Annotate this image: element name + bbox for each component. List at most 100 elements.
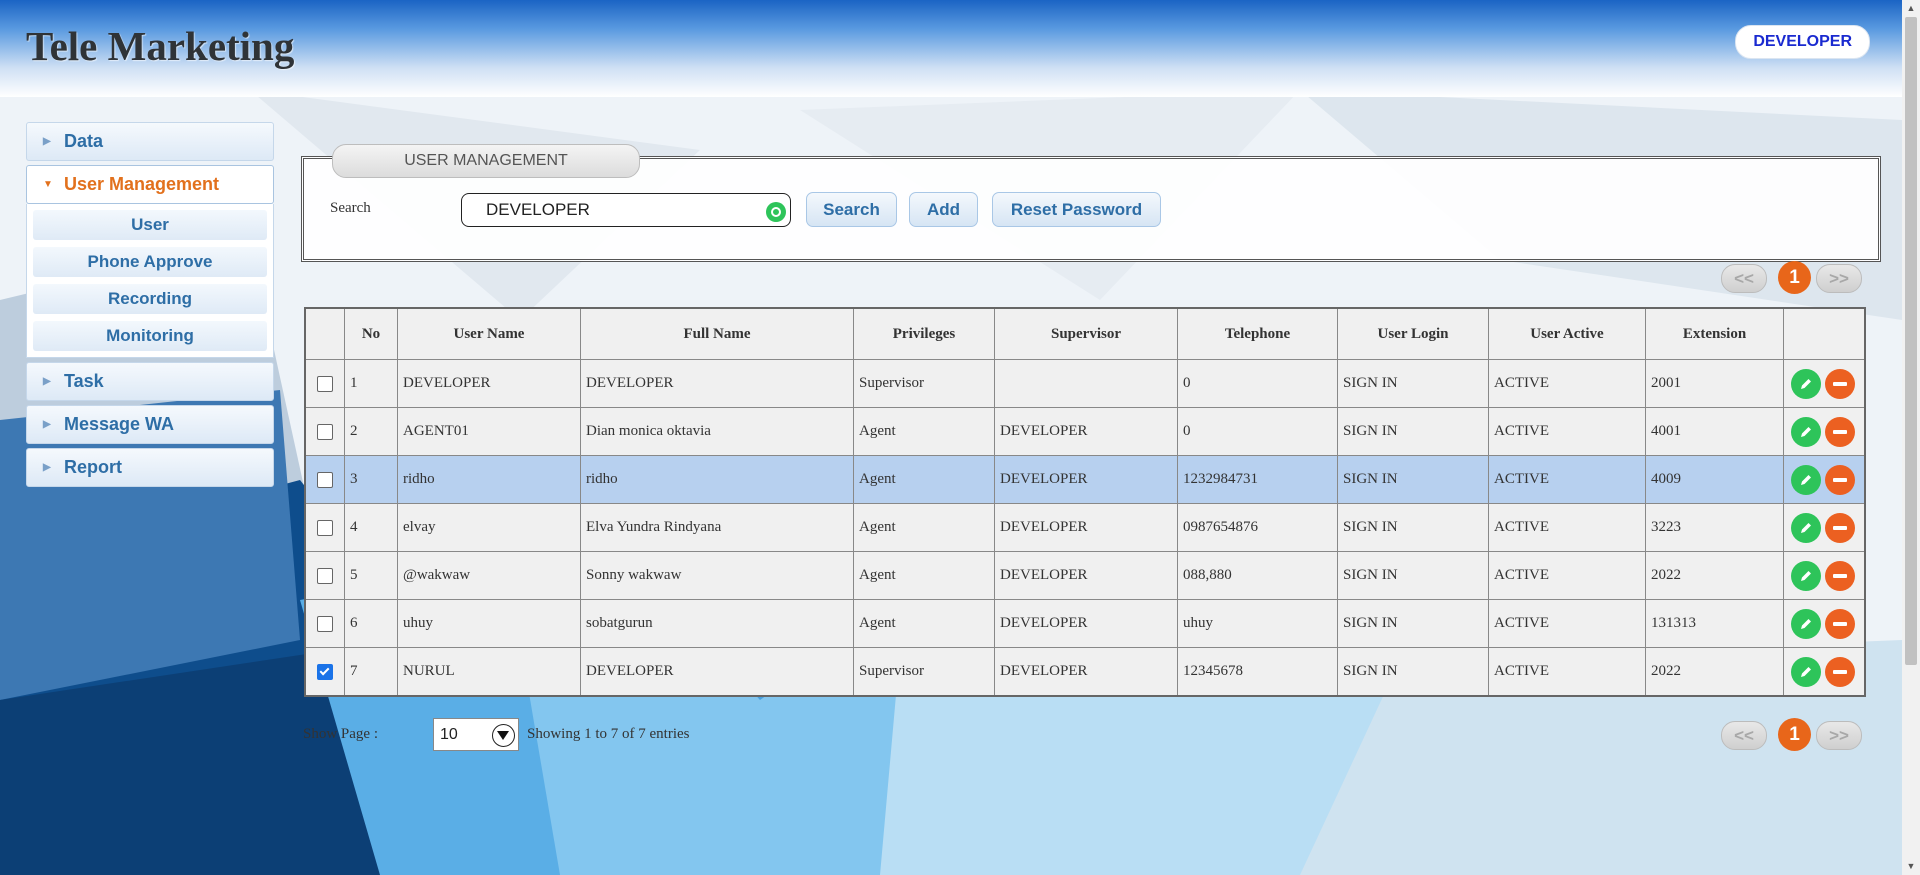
- row-select-cell: [304, 407, 345, 456]
- column-header-no[interactable]: No: [344, 307, 398, 360]
- prev-page-button[interactable]: <<: [1721, 264, 1767, 293]
- row-checkbox[interactable]: [317, 663, 333, 680]
- table-cell: DEVELOPER: [994, 407, 1178, 456]
- table-cell: NURUL: [397, 647, 581, 697]
- edit-button[interactable]: [1791, 560, 1821, 591]
- search-input[interactable]: [486, 199, 756, 221]
- scroll-thumb[interactable]: [1905, 17, 1917, 665]
- edit-button[interactable]: [1791, 416, 1821, 447]
- table-cell: 0: [1177, 407, 1338, 456]
- row-select-cell: [304, 359, 345, 408]
- sidebar-item-label: Report: [64, 457, 122, 477]
- row-select-cell: [304, 503, 345, 552]
- actions-column-header: [1783, 307, 1866, 360]
- delete-button[interactable]: [1825, 608, 1855, 639]
- table-cell: Elva Yundra Rindyana: [580, 503, 854, 552]
- table-row[interactable]: 6 uhuy sobatgurun Agent DEVELOPER uhuy SIGN IN…: [304, 599, 1866, 648]
- delete-button[interactable]: [1825, 512, 1855, 543]
- pencil-icon: [1801, 378, 1811, 389]
- table-cell: 4001: [1645, 407, 1784, 456]
- sidebar-item-label: Message WA: [64, 414, 175, 434]
- row-checkbox[interactable]: [317, 423, 333, 440]
- scroll-up-arrow-icon[interactable]: ▲: [1902, 0, 1920, 17]
- add-button[interactable]: Add: [909, 192, 978, 227]
- table-row[interactable]: 3 ridho ridho Agent DEVELOPER 1232984731 SIGN …: [304, 455, 1866, 504]
- sidebar-item-label: User Management: [64, 174, 220, 194]
- row-checkbox[interactable]: [317, 375, 333, 392]
- triangle-right-icon: ▶: [43, 376, 51, 387]
- column-header-supervisor[interactable]: Supervisor: [994, 307, 1178, 360]
- column-header-extension[interactable]: Extension: [1645, 307, 1784, 360]
- edit-button[interactable]: [1791, 512, 1821, 543]
- page-size-select[interactable]: 10: [433, 718, 519, 751]
- submenu-item-monitoring[interactable]: Monitoring: [33, 321, 267, 351]
- search-button[interactable]: Search: [806, 192, 897, 227]
- table-header-row: No User Name Full Name Privileges Superv…: [304, 307, 1866, 360]
- page-1-button[interactable]: 1: [1778, 261, 1811, 294]
- table-cell: ACTIVE: [1488, 551, 1646, 600]
- current-user-badge[interactable]: DEVELOPER: [1735, 25, 1870, 59]
- row-actions-cell: [1783, 455, 1866, 504]
- delete-button[interactable]: [1825, 560, 1855, 591]
- dropdown-arrow-icon[interactable]: [492, 724, 515, 747]
- row-checkbox[interactable]: [317, 615, 333, 632]
- table-row[interactable]: 4 elvay Elva Yundra Rindyana Agent DEVELOPER…: [304, 503, 1866, 552]
- table-cell: SIGN IN: [1337, 551, 1489, 600]
- delete-button[interactable]: [1825, 416, 1855, 447]
- sidebar-item-label: Task: [64, 371, 104, 391]
- row-checkbox[interactable]: [317, 519, 333, 536]
- table-row[interactable]: 5 @wakwaw Sonny wakwaw Agent DEVELOPER 088,88…: [304, 551, 1866, 600]
- edit-button[interactable]: [1791, 608, 1821, 639]
- row-actions-cell: [1783, 647, 1866, 697]
- row-checkbox[interactable]: [317, 471, 333, 488]
- column-header-user-name[interactable]: User Name: [397, 307, 581, 360]
- table-cell: 0: [1177, 359, 1338, 408]
- search-field[interactable]: [461, 193, 791, 227]
- triangle-right-icon: ▶: [43, 136, 51, 147]
- row-checkbox[interactable]: [317, 567, 333, 584]
- column-header-full-name[interactable]: Full Name: [580, 307, 854, 360]
- clear-circle-icon[interactable]: [766, 202, 786, 222]
- delete-button[interactable]: [1825, 656, 1855, 687]
- page-size-value: 10: [440, 726, 458, 743]
- submenu-item-user[interactable]: User: [33, 210, 267, 240]
- sidebar-item-report[interactable]: ▶ Report: [26, 448, 274, 487]
- scroll-down-arrow-icon[interactable]: ▼: [1902, 858, 1920, 875]
- column-header-user-active[interactable]: User Active: [1488, 307, 1646, 360]
- table-row[interactable]: 7 NURUL DEVELOPER Supervisor DEVELOPER 123456…: [304, 647, 1866, 697]
- table-cell: DEVELOPER: [397, 359, 581, 408]
- sidebar-item-data[interactable]: ▶ Data: [26, 122, 274, 161]
- table-cell: 088,880: [1177, 551, 1338, 600]
- edit-button[interactable]: [1791, 464, 1821, 495]
- sidebar-item-task[interactable]: ▶ Task: [26, 362, 274, 401]
- delete-button[interactable]: [1825, 464, 1855, 495]
- table-cell: ACTIVE: [1488, 359, 1646, 408]
- sidebar-item-message-wa[interactable]: ▶ Message WA: [26, 405, 274, 444]
- table-cell: uhuy: [1177, 599, 1338, 648]
- column-header-privileges[interactable]: Privileges: [853, 307, 995, 360]
- pencil-icon: [1801, 618, 1811, 629]
- column-header-user-login[interactable]: User Login: [1337, 307, 1489, 360]
- table-row[interactable]: 2 AGENT01 Dian monica oktavia Agent DEVELOPE…: [304, 407, 1866, 456]
- table-cell: ACTIVE: [1488, 407, 1646, 456]
- table-row[interactable]: 1 DEVELOPER DEVELOPER Supervisor 0 SIGN IN ACT…: [304, 359, 1866, 408]
- sidebar-item-user-management[interactable]: ▼ User Management: [26, 165, 274, 204]
- submenu-item-recording[interactable]: Recording: [33, 284, 267, 314]
- table-cell: 2001: [1645, 359, 1784, 408]
- page-scrollbar[interactable]: ▲ ▼: [1902, 0, 1920, 875]
- next-page-button[interactable]: >>: [1816, 264, 1862, 293]
- submenu-item-phone-approve[interactable]: Phone Approve: [33, 247, 267, 277]
- table-cell: elvay: [397, 503, 581, 552]
- column-header-telephone[interactable]: Telephone: [1177, 307, 1338, 360]
- table-cell: DEVELOPER: [994, 599, 1178, 648]
- next-page-button[interactable]: >>: [1816, 721, 1862, 750]
- reset-password-button[interactable]: Reset Password: [992, 192, 1161, 227]
- table-cell: Supervisor: [853, 647, 995, 697]
- table-cell: ACTIVE: [1488, 647, 1646, 697]
- delete-button[interactable]: [1825, 368, 1855, 399]
- page-1-button[interactable]: 1: [1778, 718, 1811, 751]
- prev-page-button[interactable]: <<: [1721, 721, 1767, 750]
- edit-button[interactable]: [1791, 368, 1821, 399]
- pagination-top: << 1 >>: [1721, 261, 1865, 294]
- edit-button[interactable]: [1791, 656, 1821, 687]
